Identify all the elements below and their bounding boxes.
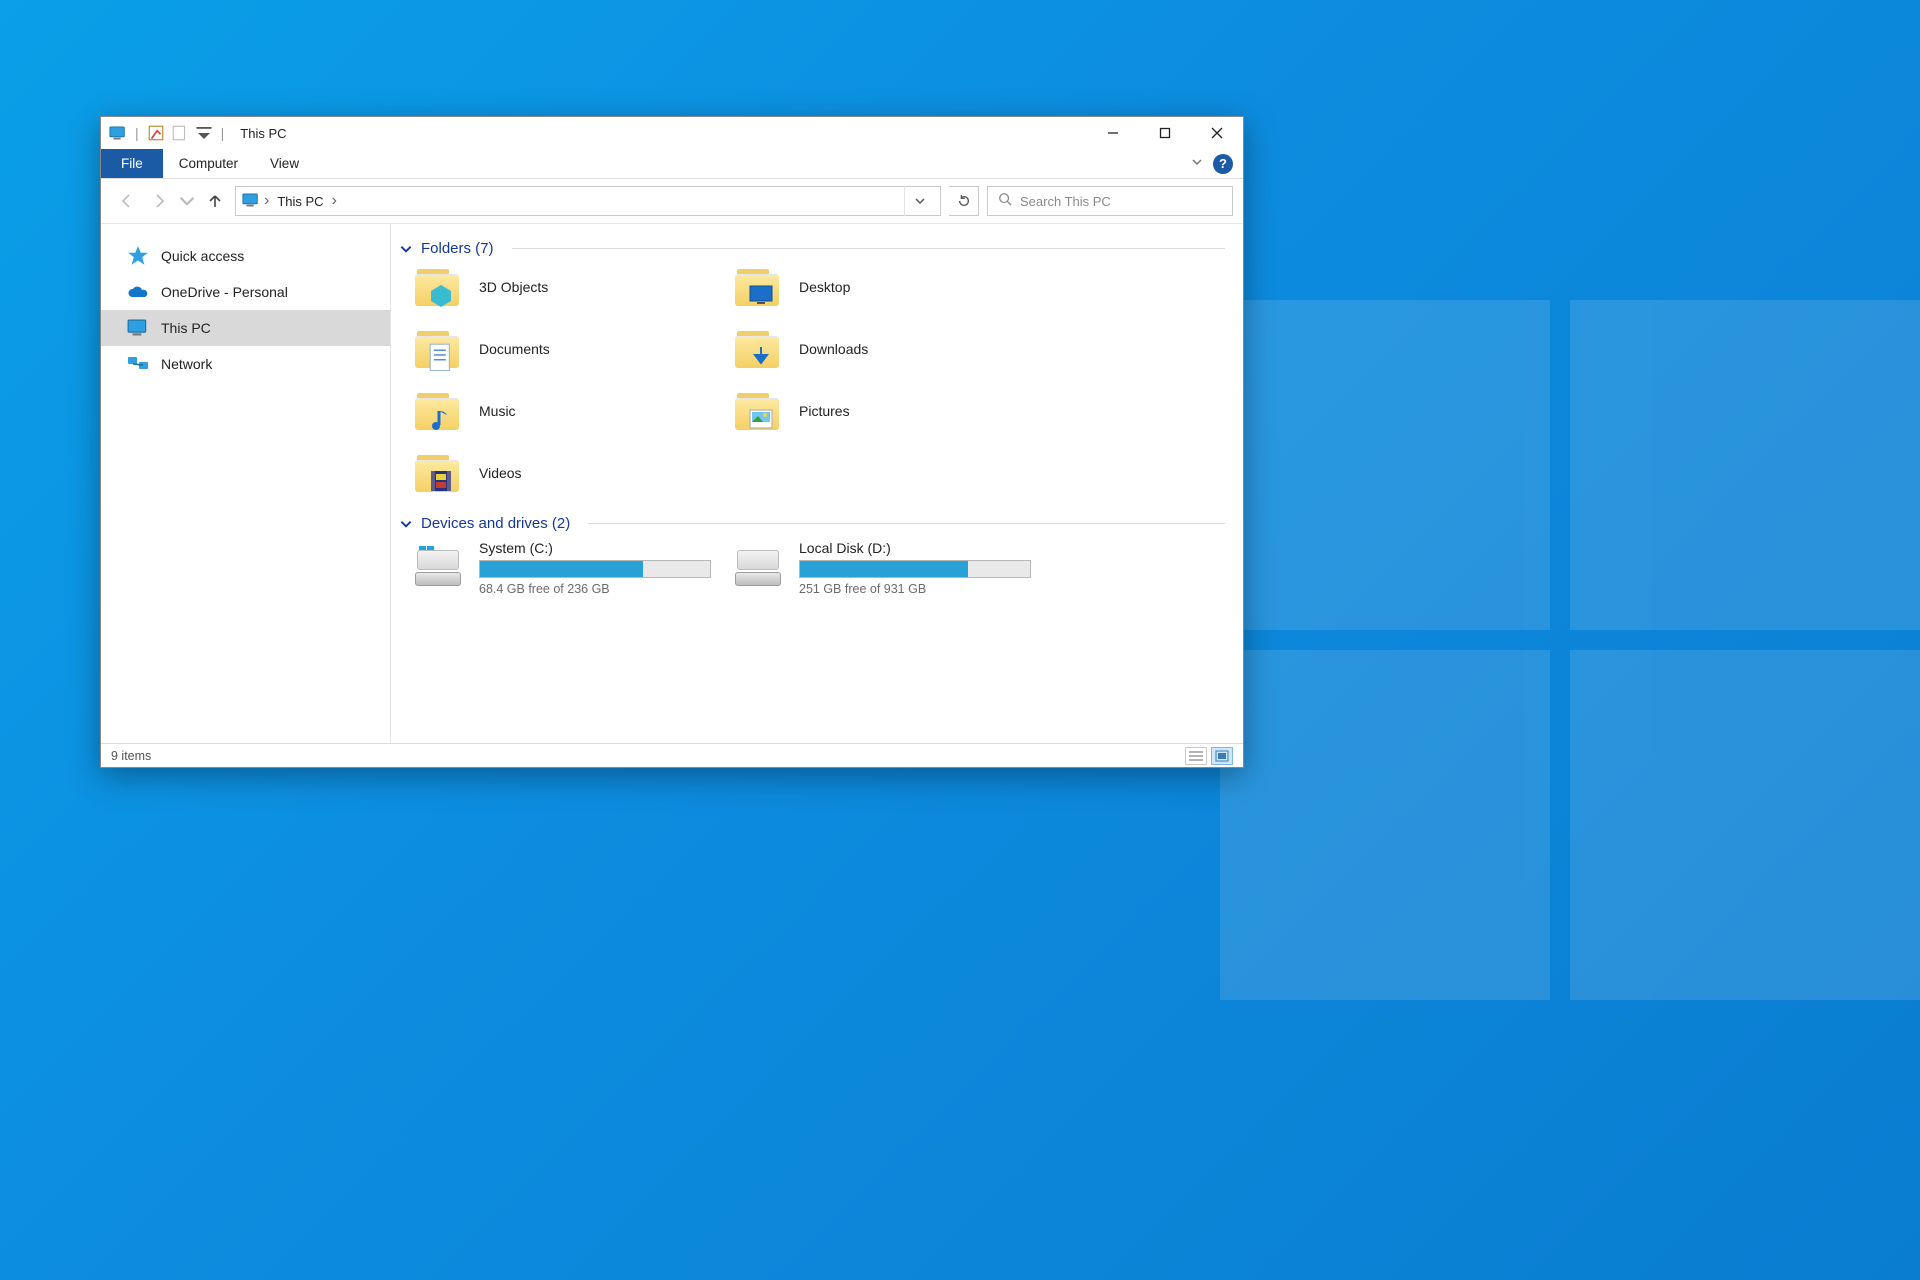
file-tab[interactable]: File [101, 149, 163, 178]
sidebar-item-onedrive[interactable]: OneDrive - Personal [101, 274, 390, 310]
group-header-folders[interactable]: Folders (7) [399, 240, 1225, 257]
help-button[interactable]: ? [1213, 154, 1233, 174]
view-tab[interactable]: View [254, 149, 315, 178]
pictures-icon [735, 389, 779, 433]
search-icon [998, 192, 1012, 211]
folder-label: Music [479, 403, 516, 419]
sidebar-item-label: Quick access [161, 248, 244, 264]
collapse-icon [399, 517, 413, 531]
forward-button[interactable] [147, 189, 171, 213]
folder-label: Desktop [799, 279, 850, 295]
divider [512, 248, 1225, 249]
refresh-button[interactable] [949, 186, 979, 216]
group-header-drives[interactable]: Devices and drives (2) [399, 515, 1225, 532]
sidebar-item-quick-access[interactable]: Quick access [101, 238, 390, 274]
folder-pictures[interactable]: Pictures [735, 389, 1035, 433]
network-icon [127, 354, 149, 374]
drive-usage-bar [479, 560, 711, 578]
local-drive-icon [735, 546, 781, 586]
downloads-icon [735, 327, 779, 371]
details-view-button[interactable] [1185, 747, 1207, 765]
folder-videos[interactable]: Videos [415, 451, 715, 495]
drive-name: Local Disk (D:) [799, 540, 1035, 556]
address-history-dropdown[interactable] [904, 186, 934, 216]
breadcrumb-caret-icon[interactable]: › [264, 192, 269, 210]
divider [588, 523, 1225, 524]
this-pc-icon [109, 125, 127, 141]
folder-desktop[interactable]: Desktop [735, 265, 1035, 309]
drive-name: System (C:) [479, 540, 715, 556]
close-button[interactable] [1191, 117, 1243, 149]
file-explorer-window: | | This PC File [100, 116, 1244, 768]
qat-separator: | [221, 125, 225, 141]
drive-usage-bar [799, 560, 1031, 578]
ribbon-tabs: File Computer View ? [101, 149, 1243, 179]
maximize-button[interactable] [1139, 117, 1191, 149]
onedrive-icon [127, 282, 149, 302]
sidebar-item-label: Network [161, 356, 212, 372]
desktop-icon [735, 265, 779, 309]
back-button[interactable] [115, 189, 139, 213]
nav-row: › This PC › [101, 179, 1243, 223]
this-pc-icon [242, 193, 260, 209]
folder-label: Documents [479, 341, 550, 357]
folder-downloads[interactable]: Downloads [735, 327, 1035, 371]
ribbon-expand-icon[interactable] [1191, 156, 1203, 171]
drive-free-text: 251 GB free of 931 GB [799, 582, 1035, 596]
status-bar: 9 items [101, 743, 1243, 767]
large-icons-view-button[interactable] [1211, 747, 1233, 765]
folder-documents[interactable]: Documents [415, 327, 715, 371]
collapse-icon [399, 242, 413, 256]
search-box[interactable] [987, 186, 1233, 216]
minimize-button[interactable] [1087, 117, 1139, 149]
3d-objects-icon [415, 265, 459, 309]
folder-label: Downloads [799, 341, 868, 357]
quick-access-icon [127, 246, 149, 266]
system-drive-icon [415, 546, 461, 586]
up-button[interactable] [203, 189, 227, 213]
new-folder-qat-icon[interactable] [171, 125, 189, 141]
folder-label: 3D Objects [479, 279, 548, 295]
address-bar[interactable]: › This PC › [235, 186, 941, 216]
search-input[interactable] [1020, 194, 1222, 209]
qat-separator: | [135, 125, 139, 141]
group-title: Devices and drives (2) [421, 515, 570, 532]
folder-music[interactable]: Music [415, 389, 715, 433]
recent-locations-button[interactable] [179, 189, 195, 213]
properties-qat-icon[interactable] [147, 125, 165, 141]
sidebar-item-label: This PC [161, 320, 211, 336]
folder-3d-objects[interactable]: 3D Objects [415, 265, 715, 309]
documents-icon [415, 327, 459, 371]
folder-label: Videos [479, 465, 522, 481]
music-icon [415, 389, 459, 433]
sidebar-item-network[interactable]: Network [101, 346, 390, 382]
videos-icon [415, 451, 459, 495]
titlebar[interactable]: | | This PC [101, 117, 1243, 149]
sidebar-item-this-pc[interactable]: This PC [101, 310, 390, 346]
drive-local-d[interactable]: Local Disk (D:) 251 GB free of 931 GB [735, 540, 1035, 596]
breadcrumb-caret-icon[interactable]: › [332, 192, 337, 210]
computer-tab[interactable]: Computer [163, 149, 254, 178]
sidebar-item-label: OneDrive - Personal [161, 284, 288, 300]
content-pane: Folders (7) 3D Objects Desktop [391, 224, 1243, 743]
breadcrumb-segment[interactable]: This PC [273, 194, 327, 209]
nav-pane: Quick access OneDrive - Personal This PC… [101, 224, 391, 743]
group-title: Folders (7) [421, 240, 494, 257]
window-title: This PC [240, 126, 286, 141]
this-pc-icon [127, 318, 149, 338]
desktop-windows-logo [1220, 300, 1920, 1000]
qat-dropdown-icon[interactable] [195, 125, 213, 141]
drive-system-c[interactable]: System (C:) 68.4 GB free of 236 GB [415, 540, 715, 596]
status-text: 9 items [111, 749, 151, 763]
drive-free-text: 68.4 GB free of 236 GB [479, 582, 715, 596]
folder-label: Pictures [799, 403, 850, 419]
